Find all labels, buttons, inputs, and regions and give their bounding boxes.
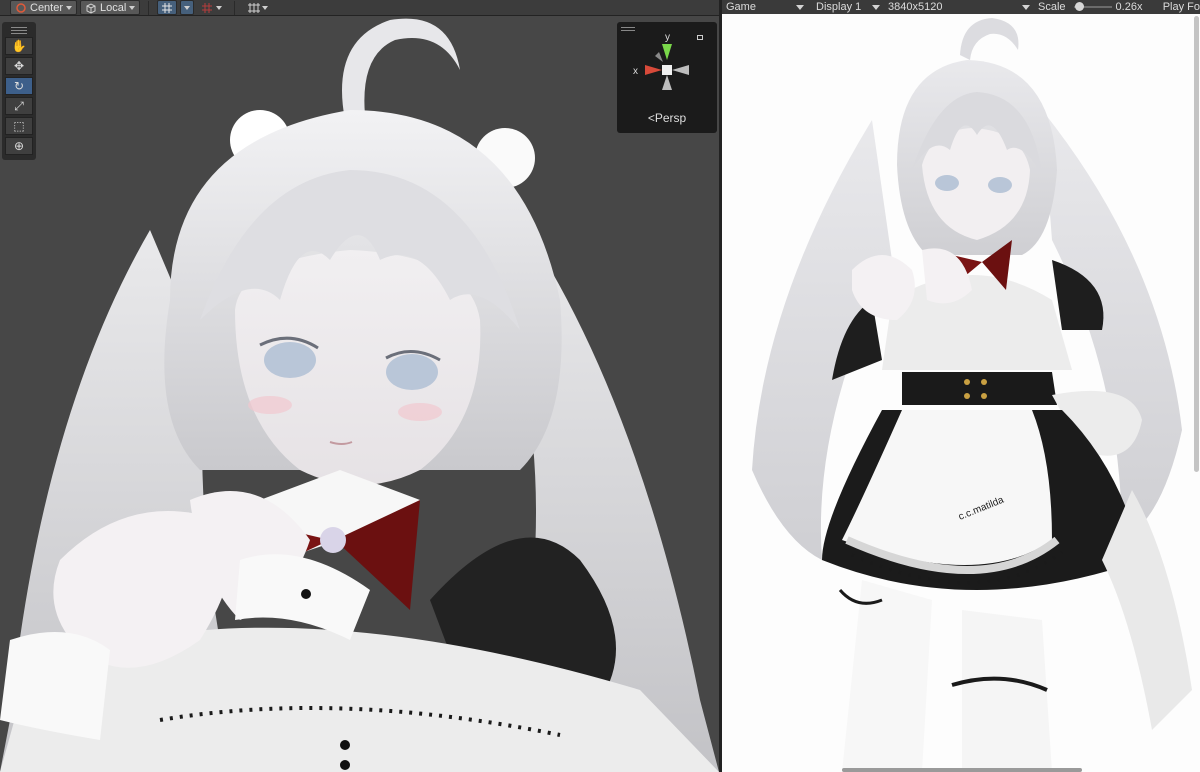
increment-snap-icon [201,2,213,14]
persp-icon: < [647,111,655,125]
chevron-down-icon [216,5,223,10]
toolbar-divider [148,0,150,15]
chevron-down-icon [1022,4,1030,10]
increment-snap-button[interactable] [197,0,227,15]
axis-gizmo-icon[interactable]: y x [617,30,717,110]
pivot-center-icon [15,2,27,14]
scale-label: Scale [1038,1,1066,13]
chevron-down-icon [184,5,191,10]
view-type-label: Game [726,1,756,13]
hand-icon: ✋ [11,39,27,53]
chevron-down-icon [262,5,269,10]
rect-transform-icon: ⬚ [13,119,25,133]
move-tool-button[interactable]: ✥ [5,57,33,75]
projection-toggle[interactable]: <Persp [617,111,717,125]
view-tool-button[interactable]: ✋ [5,37,33,55]
rect-tool-button[interactable]: ⬚ [5,117,33,135]
cube-icon [85,2,97,14]
scene-orientation-gizmo[interactable]: y x <Persp [617,22,717,133]
vertical-scrollbar[interactable] [1194,16,1199,472]
game-viewport-render: c.c.matilda [752,18,1192,772]
chevron-down-icon [796,4,804,10]
transform-tool-button[interactable]: ⊕ [5,137,33,155]
display-dropdown[interactable]: Display 1 [812,0,884,14]
scale-control: Scale [1034,0,1070,14]
y-axis-label: y [665,32,670,43]
chevron-down-icon [872,4,880,10]
projection-label: Persp [654,111,687,125]
chevron-down-icon [66,5,73,10]
resolution-label: 3840x5120 [888,1,943,13]
scale-tool-button[interactable]: ⤢ [5,97,33,115]
rotate-icon: ↻ [13,79,25,93]
toolbar-divider [234,0,236,15]
horizontal-scrollbar[interactable] [842,768,1082,772]
grid-snapping-dropdown[interactable] [180,0,195,15]
tool-palette-overlay: ✋ ✥ ↻ ⤢ ⬚ ⊕ [2,22,36,160]
game-view-toolbar: Game Display 1 3840x5120 Scale 0.26x Pla… [722,0,1200,14]
slider-handle[interactable] [1074,2,1084,11]
scene-viewport-render [0,18,719,772]
scene-toolbar: Center Local [0,0,719,16]
chevron-down-icon [129,5,136,10]
pivot-mode-label: Center [30,1,64,14]
move-arrows-icon: ✥ [13,59,25,73]
drag-handle-icon[interactable] [5,25,33,35]
pivot-mode-dropdown[interactable]: Center [10,0,78,15]
scale-icon: ⤢ [14,98,24,113]
grid-visibility-icon [247,2,261,14]
play-focused-dropdown[interactable]: Play Fo [1159,0,1200,14]
transform-icon: ⊕ [13,139,25,153]
x-axis-label: x [633,66,638,77]
resolution-dropdown[interactable]: 3840x5120 [884,0,1034,14]
pivot-rotation-dropdown[interactable]: Local [80,0,141,15]
scale-value: 0.26x [1115,1,1143,13]
rotate-tool-button[interactable]: ↻ [5,77,33,95]
display-label: Display 1 [816,1,862,13]
scale-slider[interactable] [1073,0,1112,14]
scene-view[interactable]: Center Local ✋ ✥ ↻ ⤢ ⬚ ⊕ y x <Persp [0,0,719,772]
view-type-dropdown[interactable]: Game [722,0,808,14]
grid-snapping-button[interactable] [157,0,178,15]
grid-snap-icon [161,2,173,14]
grid-visibility-button[interactable] [243,0,273,15]
play-mode-label: Play Fo [1162,1,1200,13]
pivot-rotation-label: Local [100,1,127,14]
game-view[interactable]: c.c.matilda Game Display 1 3840x5120 Sca… [722,0,1200,772]
